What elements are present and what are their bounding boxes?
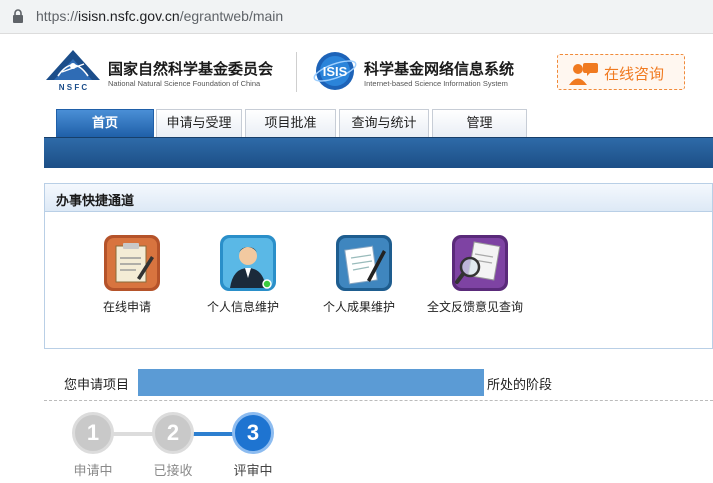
consult-person-icon — [569, 63, 598, 85]
tab-query-stats[interactable]: 查询与统计 — [339, 109, 429, 137]
nsfc-logo-letters: N S F C — [59, 83, 88, 92]
online-consult-button[interactable]: 在线咨询 — [557, 54, 685, 90]
consult-label: 在线咨询 — [604, 65, 665, 83]
feedback-query-icon — [452, 235, 508, 291]
shortcut-label: 在线申请 — [102, 300, 151, 314]
step-2-circle: 2 — [152, 412, 194, 454]
shortcut-label: 个人成果维护 — [322, 300, 395, 314]
redacted-project-name — [138, 369, 484, 396]
address-bar[interactable]: https://isisn.nsfc.gov.cn/egrantweb/main — [0, 0, 713, 34]
stage-suffix: 所处的阶段 — [487, 378, 553, 393]
panel-header: 办事快捷通道 — [45, 184, 712, 212]
header-divider — [296, 52, 297, 92]
step-2-label: 已接收 — [153, 464, 193, 479]
nsfc-logo: N S F C — [46, 50, 100, 92]
isis-subtitle: Internet-based Science Information Syste… — [364, 79, 508, 88]
isis-logo: ISIS — [313, 52, 357, 90]
shortcut-personal-info[interactable]: 个人信息维护 — [188, 234, 298, 314]
stage-stepper: 1 申请中 2 已接收 3 评审中 — [62, 408, 322, 483]
nav-bar — [44, 137, 713, 168]
nsfc-subtitle: National Natural Science Foundation of C… — [108, 79, 261, 88]
isis-logo-letters: ISIS — [323, 64, 348, 79]
lock-icon — [13, 9, 23, 23]
tab-home[interactable]: 首页 — [56, 109, 154, 137]
stage-prefix: 您申请项目 — [64, 378, 130, 393]
step-3-circle: 3 — [232, 412, 274, 454]
tab-application[interactable]: 申请与受理 — [156, 109, 242, 137]
tab-approval[interactable]: 项目批准 — [245, 109, 336, 137]
step-1-circle: 1 — [72, 412, 114, 454]
shortcut-label: 个人信息维护 — [206, 300, 279, 314]
quick-access-panel: 办事快捷通道 在线申请 个人信息维护 个人成果维护 全文反馈意见查询 — [44, 183, 713, 349]
step-1-label: 申请中 — [73, 464, 113, 479]
shortcut-online-application[interactable]: 在线申请 — [72, 234, 182, 314]
panel-title: 办事快捷通道 — [56, 194, 135, 209]
shortcut-achievement[interactable]: 个人成果维护 — [304, 234, 414, 314]
isis-title: 科学基金网络信息系统 — [364, 60, 515, 78]
personal-info-icon — [220, 235, 276, 291]
achievement-icon — [336, 235, 392, 291]
tab-management[interactable]: 管理 — [432, 109, 527, 137]
nsfc-title: 国家自然科学基金委员会 — [108, 60, 274, 78]
shortcut-feedback-query[interactable]: 全文反馈意见查询 — [420, 234, 530, 314]
url-text: https://isisn.nsfc.gov.cn/egrantweb/main — [36, 8, 284, 24]
shortcut-label: 全文反馈意见查询 — [426, 300, 523, 314]
online-application-icon — [104, 235, 160, 291]
step-3-label: 评审中 — [233, 464, 273, 479]
dashed-divider — [44, 400, 713, 401]
